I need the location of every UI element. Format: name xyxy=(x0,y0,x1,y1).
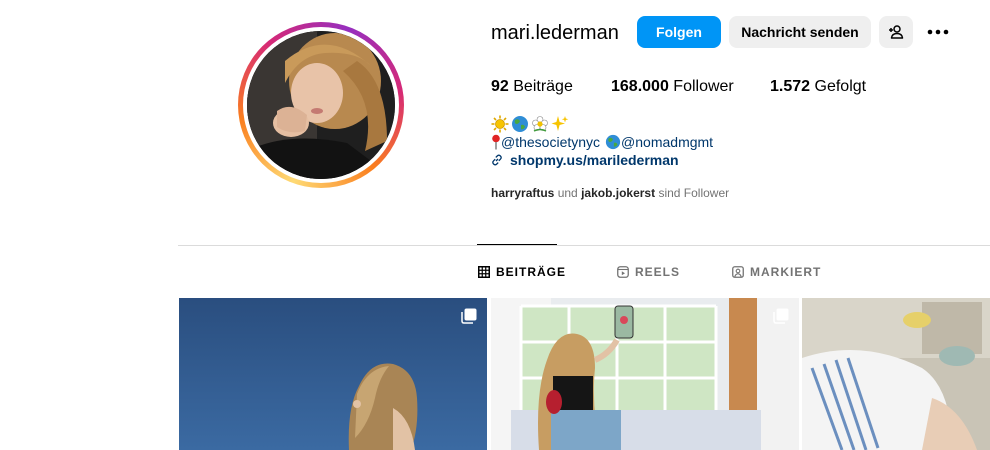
add-person-icon xyxy=(889,25,904,39)
tab-posts[interactable]: BEITRÄGE xyxy=(478,265,566,279)
post-image xyxy=(491,298,799,450)
tabs-divider xyxy=(178,245,990,246)
active-tab-indicator xyxy=(477,244,557,245)
sparkles-emoji-icon xyxy=(551,116,569,131)
tab-posts-label: BEITRÄGE xyxy=(496,265,567,279)
tab-reels-label: REELS xyxy=(635,265,681,279)
story-ring[interactable] xyxy=(238,22,404,188)
tagged-icon xyxy=(732,266,744,278)
post-image xyxy=(802,298,990,450)
grid-icon xyxy=(478,266,490,278)
multiple-images-icon xyxy=(461,308,477,324)
flower-emoji-icon xyxy=(532,116,548,132)
multiple-images-icon xyxy=(773,308,789,324)
tab-tagged[interactable]: MARKIERT xyxy=(732,265,821,279)
followers-count: 168.000 xyxy=(611,78,669,95)
bio-mention-nomadmgmt[interactable]: @nomadmgmt xyxy=(621,133,713,151)
follow-button[interactable]: Folgen xyxy=(637,16,721,48)
post-thumbnail[interactable] xyxy=(179,298,487,450)
followed-by-user-1[interactable]: harryraftus xyxy=(491,186,554,200)
following-count: 1.572 xyxy=(770,78,811,95)
globe-emoji-icon xyxy=(605,134,621,150)
post-thumbnail[interactable] xyxy=(491,298,799,450)
followed-by-user-2[interactable]: jakob.jokerst xyxy=(581,186,655,200)
more-icon xyxy=(927,29,949,35)
following-label: Gefolgt xyxy=(814,78,867,95)
bio-link-line[interactable]: shopmy.us/marilederman xyxy=(491,151,679,169)
followers-label: Follower xyxy=(673,78,734,95)
tab-tagged-label: MARKIERT xyxy=(750,265,822,279)
more-options-button[interactable] xyxy=(921,16,955,48)
bio-emoji-line xyxy=(491,115,569,133)
send-message-button[interactable]: Nachricht senden xyxy=(729,16,871,48)
post-image xyxy=(179,298,487,450)
suggested-accounts-button[interactable] xyxy=(879,16,913,48)
avatar-frame xyxy=(243,27,399,183)
tab-reels[interactable]: REELS xyxy=(617,265,680,279)
following-stat[interactable]: 1.572 Gefolgt xyxy=(770,77,866,97)
posts-label: Beiträge xyxy=(513,78,573,95)
link-icon xyxy=(492,154,502,166)
post-thumbnail[interactable] xyxy=(802,298,990,450)
followed-by-suffix: sind Follower xyxy=(658,186,730,200)
followed-by-line[interactable]: harryraftus und jakob.jokerst sind Follo… xyxy=(491,186,729,200)
sun-emoji-icon xyxy=(491,115,509,133)
bio-website-link[interactable]: shopmy.us/marilederman xyxy=(510,151,679,169)
posts-count: 92 xyxy=(491,78,509,95)
profile-username: mari.lederman xyxy=(491,22,619,44)
avatar[interactable] xyxy=(247,31,395,179)
avatar-photo xyxy=(247,31,395,179)
followers-stat[interactable]: 168.000 Follower xyxy=(611,77,734,97)
pin-emoji-icon xyxy=(492,134,500,150)
globe-emoji-icon xyxy=(512,116,528,132)
posts-count-stat: 92 Beiträge xyxy=(491,77,573,97)
bio-mention-thesocietynyc[interactable]: @thesocietynyc xyxy=(501,133,600,151)
reels-icon xyxy=(617,266,629,278)
bio-mentions-line: @thesocietynyc @nomadmgmt xyxy=(491,133,713,151)
followed-by-connector: und xyxy=(557,186,578,200)
